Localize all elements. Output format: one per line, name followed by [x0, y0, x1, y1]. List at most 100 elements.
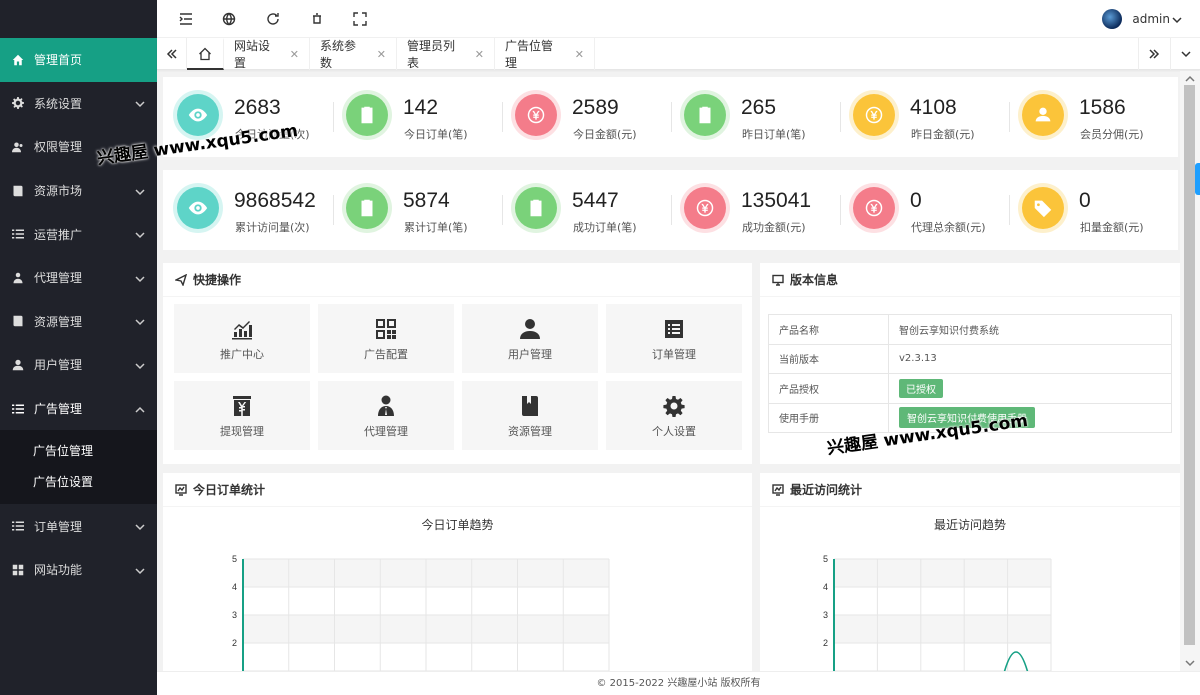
- sidebar-item-resource-market[interactable]: 资源市场: [0, 169, 157, 213]
- tab-home[interactable]: [187, 38, 224, 70]
- sidebar-item-agents[interactable]: 代理管理: [0, 256, 157, 300]
- scrollbar-thumb[interactable]: [1184, 85, 1195, 645]
- yen-icon: [515, 94, 557, 136]
- close-icon[interactable]: ✕: [575, 48, 584, 61]
- stat-label: 今日订单(笔): [404, 128, 468, 141]
- grid-band: [834, 615, 1051, 643]
- monitor-icon: [772, 274, 784, 286]
- y-tick-label: 4: [232, 582, 237, 592]
- menu-fold-icon[interactable]: [179, 12, 193, 26]
- stat-value: 1586: [1079, 96, 1126, 119]
- sidebar-item-ads[interactable]: 广告管理: [0, 387, 157, 431]
- table-row: 产品授权 已授权: [768, 373, 1172, 404]
- chevron-down-icon: [135, 273, 145, 283]
- stat-label: 会员分佣(元): [1080, 128, 1144, 141]
- sidebar-item-permissions[interactable]: 权限管理: [0, 125, 157, 169]
- quick-action-resources[interactable]: 资源管理: [462, 381, 598, 450]
- tab-admin-list[interactable]: 管理员列表 ✕: [397, 38, 495, 70]
- chevron-up-icon: [135, 404, 145, 414]
- close-icon[interactable]: ✕: [377, 48, 386, 61]
- sidebar-item-label: 运营推广: [34, 227, 83, 242]
- globe-icon[interactable]: [222, 12, 236, 26]
- sidebar-item-users[interactable]: 用户管理: [0, 343, 157, 387]
- chevron-down-icon: [135, 521, 145, 531]
- user-icon: [1022, 94, 1064, 136]
- sidebar-item-orders[interactable]: 订单管理: [0, 504, 157, 548]
- refresh-icon[interactable]: [266, 12, 280, 26]
- stats-today-row: 2683 今日访问量(次) 142 今日订单(笔) 2589 今日金额(元) 2…: [163, 77, 1178, 157]
- sidebar-item-label: 网站功能: [34, 563, 83, 578]
- home-icon: [12, 54, 24, 66]
- divider: [1009, 102, 1010, 132]
- quick-action-agents[interactable]: 代理管理: [318, 381, 454, 450]
- tab-system-params[interactable]: 系统参数 ✕: [310, 38, 397, 70]
- book-icon: [12, 315, 24, 327]
- main-content: 2683 今日访问量(次) 142 今日订单(笔) 2589 今日金额(元) 2…: [157, 71, 1180, 671]
- visit-trend-chart: 5 4 3 2: [823, 554, 1052, 671]
- stat-card: 1586 会员分佣(元): [1014, 77, 1180, 157]
- close-icon[interactable]: ✕: [475, 48, 484, 61]
- fullscreen-icon[interactable]: [353, 12, 367, 26]
- clipboard-icon: [684, 94, 726, 136]
- divider: [502, 195, 503, 225]
- book-icon: [12, 185, 24, 197]
- tab-options-button[interactable]: [1170, 38, 1200, 70]
- visit-stats-card: 最近访问统计 最近访问趋势 5432: [760, 473, 1180, 671]
- stat-card: 265 昨日订单(笔): [676, 77, 845, 157]
- sidebar-item-home[interactable]: 管理首页: [0, 38, 157, 82]
- sitemap-icon: [12, 272, 24, 284]
- gear-icon: [663, 395, 685, 418]
- user-icon: [519, 318, 541, 340]
- tab-scroll-right-button[interactable]: [1138, 38, 1168, 70]
- quick-action-promotion[interactable]: 推广中心: [174, 304, 310, 373]
- yen-icon: [853, 187, 895, 229]
- quick-action-profile-settings[interactable]: 个人设置: [606, 381, 742, 450]
- quick-action-users[interactable]: 用户管理: [462, 304, 598, 373]
- sidebar-item-resources[interactable]: 资源管理: [0, 300, 157, 344]
- table-row: 当前版本 v2.3.13: [768, 343, 1172, 374]
- chevron-down-icon: [1180, 51, 1191, 58]
- stat-card: 135041 成功金额(元): [676, 170, 845, 250]
- tab-ad-slot-manage[interactable]: 广告位管理 ✕: [495, 38, 595, 70]
- chevron-down-icon: [135, 229, 145, 239]
- manual-link-button[interactable]: 智创云享知识付费使用手册: [899, 407, 1035, 429]
- sidebar-subitem-ad-slot-settings[interactable]: 广告位设置: [0, 467, 157, 498]
- quick-action-withdraw[interactable]: 提现管理: [174, 381, 310, 450]
- stat-value: 0: [910, 189, 922, 212]
- stat-label: 昨日金额(元): [911, 128, 975, 141]
- clear-cache-icon[interactable]: [310, 12, 324, 26]
- side-indicator[interactable]: [1195, 163, 1200, 195]
- divider: [333, 102, 334, 132]
- y-tick-label: 4: [823, 582, 828, 592]
- sidebar-item-site-functions[interactable]: 网站功能: [0, 548, 157, 592]
- sidebar-item-label: 用户管理: [34, 358, 83, 373]
- stat-card: 5874 累计订单(笔): [338, 170, 507, 250]
- eye-icon: [177, 187, 219, 229]
- stat-value: 5447: [572, 189, 619, 212]
- sidebar-item-operations[interactable]: 运营推广: [0, 212, 157, 256]
- stat-label: 今日金额(元): [573, 128, 637, 141]
- sidebar-item-label: 订单管理: [34, 519, 83, 534]
- version-table: 产品名称 智创云享知识付费系统 当前版本 v2.3.13 产品授权 已授权 使用手册智…: [768, 314, 1172, 433]
- yen-icon: [853, 94, 895, 136]
- grid-band: [834, 643, 1051, 671]
- divider: [502, 102, 503, 132]
- stat-value: 4108: [910, 96, 957, 119]
- page-scrollbar[interactable]: [1180, 71, 1200, 671]
- book-icon: [519, 395, 541, 417]
- yen-box-icon: [231, 395, 253, 417]
- quick-action-orders[interactable]: 订单管理: [606, 304, 742, 373]
- order-trend-chart: 5 4 3 2: [232, 554, 610, 671]
- users-icon: [12, 141, 24, 153]
- user-menu[interactable]: admin: [1102, 9, 1182, 29]
- y-tick-label: 2: [823, 638, 828, 648]
- stat-card: 4108 昨日金额(元): [845, 77, 1014, 157]
- chevron-down-icon: [1172, 14, 1182, 24]
- close-icon[interactable]: ✕: [290, 48, 299, 61]
- sidebar-item-system-settings[interactable]: 系统设置: [0, 82, 157, 126]
- sidebar-subitem-ad-slot-manage[interactable]: 广告位管理: [0, 436, 157, 467]
- sidebar-item-label: 管理首页: [34, 53, 83, 68]
- quick-action-ad-config[interactable]: 广告配置: [318, 304, 454, 373]
- tab-scroll-left-button[interactable]: [157, 38, 187, 70]
- tab-site-settings[interactable]: 网站设置 ✕: [224, 38, 310, 70]
